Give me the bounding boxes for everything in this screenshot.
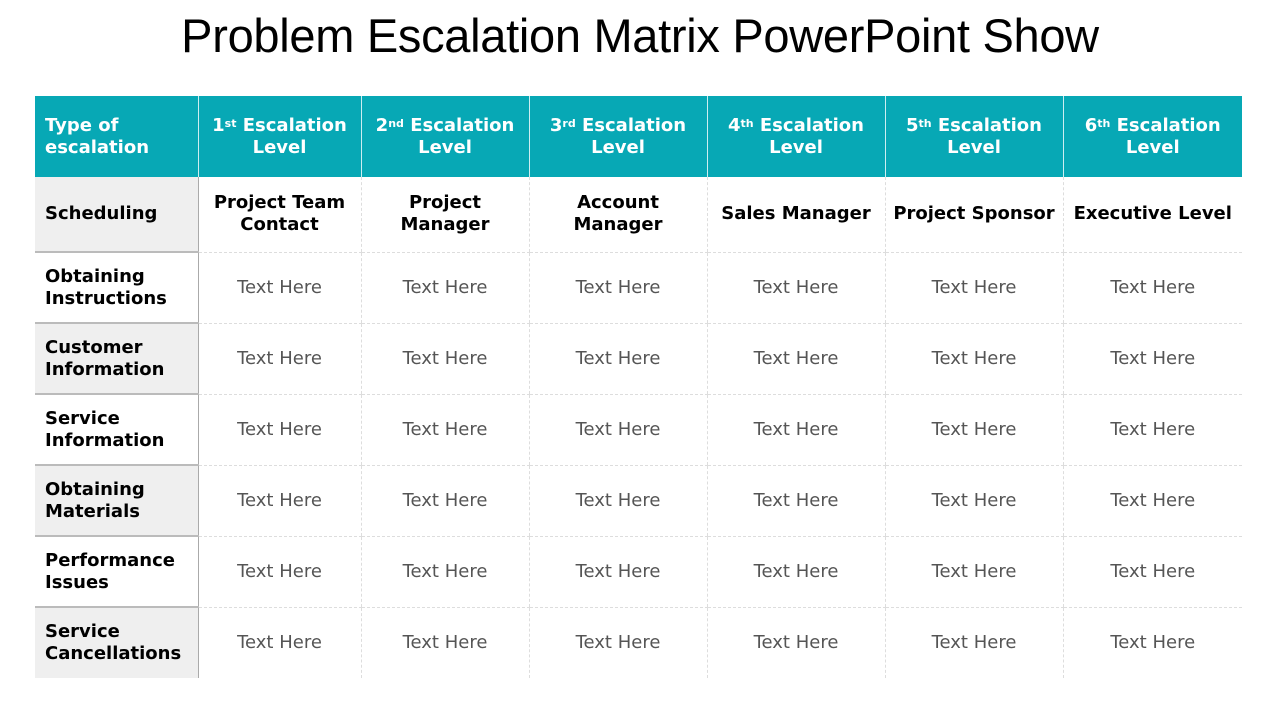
- cell-level-5: Text Here: [884, 394, 1063, 466]
- header-level-2: 2nd Escalation Level: [360, 96, 529, 177]
- cell-level-2: Text Here: [360, 252, 529, 324]
- cell-level-3: Text Here: [528, 394, 707, 466]
- table-row: Obtaining Materials Text Here Text Here Tex…: [35, 465, 1242, 537]
- cell-level-5: Project Sponsor: [884, 177, 1063, 253]
- cell-level-4: Text Here: [706, 323, 885, 395]
- level-number: 4: [727, 114, 741, 136]
- level-number: 3: [549, 114, 563, 136]
- slide-title: Problem Escalation Matrix PowerPoint Sho…: [181, 9, 1099, 62]
- ordinal-suffix: th: [918, 116, 932, 130]
- cell-level-5: Text Here: [884, 536, 1063, 608]
- level-number: 1: [212, 114, 225, 136]
- cell-level-3: Text Here: [528, 465, 707, 537]
- table-row: Performance Issues Text Here Text Here Text…: [35, 536, 1242, 608]
- cell-level-4: Text Here: [706, 536, 885, 608]
- row-escalation-type: Performance Issues: [35, 536, 199, 608]
- cell-level-2: Text Here: [360, 323, 529, 395]
- cell-level-2: Text Here: [360, 607, 529, 678]
- row-escalation-type: Service Information: [35, 394, 199, 466]
- cell-level-3: Text Here: [528, 607, 707, 678]
- cell-level-4: Sales Manager: [706, 177, 885, 253]
- row-escalation-type: Customer Information: [35, 323, 199, 395]
- cell-level-3: Text Here: [528, 252, 707, 324]
- table-row: Customer Information Text Here Text Here Te…: [35, 323, 1242, 395]
- cell-level-5: Text Here: [884, 323, 1063, 395]
- ordinal-suffix: th: [740, 116, 754, 130]
- cell-level-4: Text Here: [706, 394, 885, 466]
- ordinal-suffix: th: [1097, 116, 1111, 130]
- header-level-4: 4th Escalation Level: [706, 96, 885, 177]
- escalation-matrix-table: Type of escalation 1st Escalation Level …: [35, 96, 1242, 678]
- cell-level-4: Text Here: [706, 252, 885, 324]
- cell-level-3: Account Manager: [528, 177, 707, 253]
- cell-level-2: Text Here: [360, 536, 529, 608]
- level-number: 5: [905, 114, 919, 136]
- cell-level-6: Executive Level: [1062, 177, 1242, 253]
- table-row: Service Information Text Here Text Here Tex…: [35, 394, 1242, 466]
- header-row: Type of escalation 1st Escalation Level …: [35, 96, 1242, 177]
- cell-level-2: Project Manager: [360, 177, 529, 253]
- level-number: 6: [1084, 114, 1098, 136]
- level-label: Escalation Level: [759, 114, 864, 158]
- row-escalation-type: Service Cancellations: [35, 607, 199, 678]
- row-escalation-type: Obtaining Instructions: [35, 252, 199, 324]
- cell-level-6: Text Here: [1062, 252, 1242, 324]
- cell-level-1: Text Here: [198, 394, 361, 466]
- cell-level-3: Text Here: [528, 536, 707, 608]
- header-level-1: 1st Escalation Level: [197, 96, 361, 177]
- cell-level-2: Text Here: [360, 394, 529, 466]
- table-row: Obtaining Instructions Text Here Text Here…: [35, 252, 1242, 324]
- cell-level-6: Text Here: [1062, 607, 1242, 678]
- cell-level-1: Project Team Contact: [198, 177, 361, 253]
- header-level-5: 5th Escalation Level: [884, 96, 1063, 177]
- cell-level-1: Text Here: [198, 252, 361, 324]
- cell-level-4: Text Here: [706, 465, 885, 537]
- cell-level-6: Text Here: [1062, 536, 1242, 608]
- cell-level-6: Text Here: [1062, 465, 1242, 537]
- ordinal-suffix: st: [224, 116, 237, 130]
- table-row: Service Cancellations Text Here Text Here T…: [35, 607, 1242, 678]
- cell-level-1: Text Here: [198, 465, 361, 537]
- cell-level-5: Text Here: [884, 607, 1063, 678]
- table-row: Scheduling Project Team Contact Project Ma…: [35, 177, 1242, 253]
- level-label: Escalation Level: [582, 114, 687, 158]
- cell-level-6: Text Here: [1062, 394, 1242, 466]
- cell-level-1: Text Here: [237, 631, 322, 653]
- cell-level-6: Text Here: [1062, 323, 1242, 395]
- level-label: Escalation Level: [410, 114, 515, 158]
- ordinal-suffix: rd: [562, 116, 576, 130]
- row-escalation-type: Scheduling: [35, 177, 199, 253]
- cell-level-2: Text Here: [360, 465, 529, 537]
- row-escalation-type: Obtaining Materials: [35, 465, 199, 537]
- cell-level-4: Text Here: [706, 607, 885, 678]
- level-label: Escalation Level: [1116, 114, 1221, 158]
- ordinal-suffix: nd: [388, 116, 404, 130]
- level-number: 2: [375, 114, 389, 136]
- level-label: Escalation Level: [242, 114, 347, 158]
- header-level-6: 6th Escalation Level: [1062, 96, 1242, 177]
- header-level-3: 3rd Escalation Level: [528, 96, 707, 177]
- header-type-of-escalation: Type of escalation: [35, 96, 198, 177]
- cell-level-5: Text Here: [884, 252, 1063, 324]
- cell-level-1: Text Here: [198, 323, 361, 395]
- cell-level-1: Text Here: [198, 536, 361, 608]
- cell-level-5: Text Here: [884, 465, 1063, 537]
- cell-level-3: Text Here: [528, 323, 707, 395]
- level-label: Escalation Level: [937, 114, 1042, 158]
